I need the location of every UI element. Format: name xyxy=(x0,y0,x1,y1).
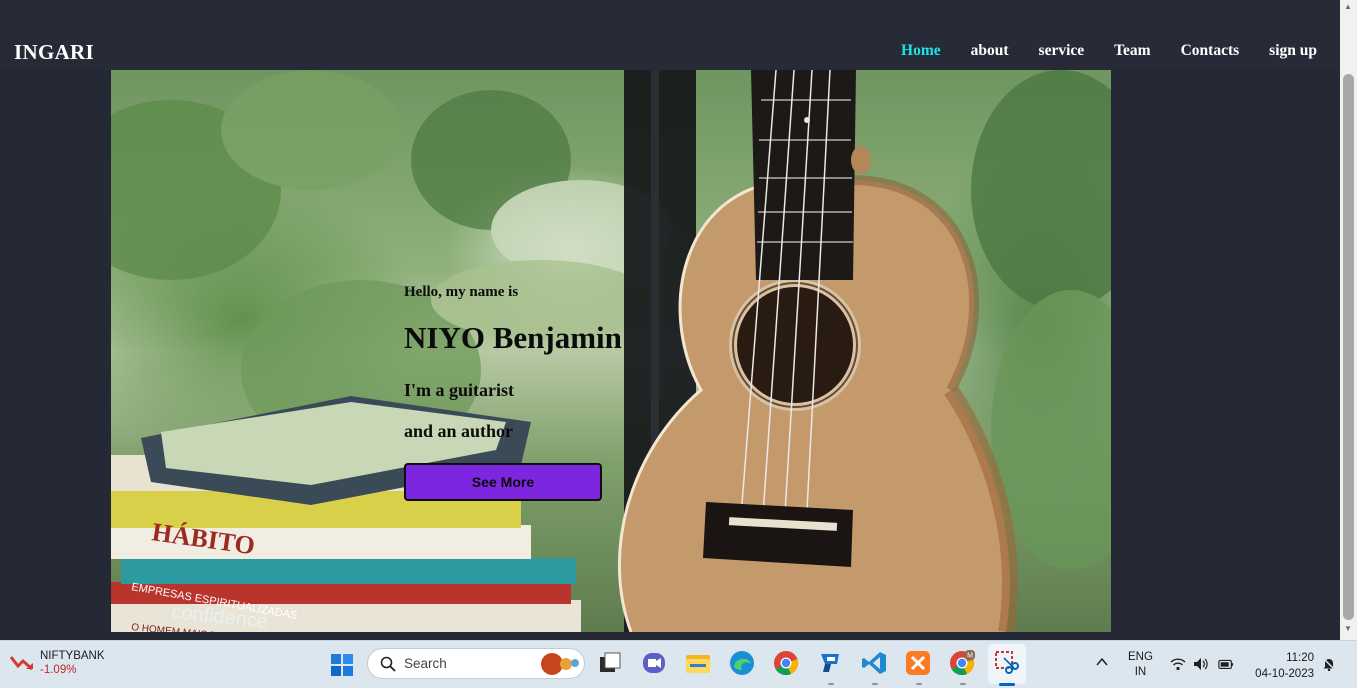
running-indicator xyxy=(916,683,922,685)
xampp-icon[interactable] xyxy=(905,650,931,676)
notification-bell-icon[interactable] xyxy=(1322,657,1336,671)
running-indicator xyxy=(828,683,834,685)
clock-time: 11:20 xyxy=(1286,652,1314,664)
scroll-down-arrow-icon[interactable]: ▼ xyxy=(1344,624,1352,633)
active-app-indicator xyxy=(999,683,1015,686)
edge-icon[interactable] xyxy=(729,650,755,676)
region-code: IN xyxy=(1134,666,1147,678)
chrome-profile-badge: M xyxy=(967,653,973,660)
search-icon xyxy=(380,656,396,672)
navbar: INGARI Home about service Team Contacts … xyxy=(0,0,1340,70)
clock-date: 04-10-2023 xyxy=(1255,668,1314,680)
nav-link-about[interactable]: about xyxy=(971,42,1009,60)
hero-role-line1: I'm a guitarist xyxy=(404,380,514,400)
page-scrollbar[interactable]: ▲ ▼ xyxy=(1340,0,1357,640)
file-explorer-icon[interactable] xyxy=(685,650,711,676)
stock-widget[interactable]: NIFTYBANK -1.09% xyxy=(10,650,105,676)
search-highlight-planets-icon xyxy=(541,653,579,675)
nav-link-sign-up[interactable]: sign up xyxy=(1269,42,1317,60)
scroll-thumb[interactable] xyxy=(1343,74,1354,620)
scroll-up-arrow-icon[interactable]: ▲ xyxy=(1344,2,1352,11)
chrome-icon[interactable] xyxy=(773,650,799,676)
chevron-up-icon[interactable] xyxy=(1096,656,1108,668)
volume-icon[interactable] xyxy=(1193,657,1209,671)
site-logo[interactable]: INGARI xyxy=(14,40,94,65)
task-view-icon[interactable] xyxy=(597,650,623,676)
nav-link-service[interactable]: service xyxy=(1039,42,1085,60)
snipping-tool-icon[interactable] xyxy=(994,650,1020,676)
nav-link-home[interactable]: Home xyxy=(901,42,941,60)
hero-name: NIYO Benjamin xyxy=(404,320,622,355)
nav-link-contacts[interactable]: Contacts xyxy=(1181,42,1240,60)
language-code: ENG xyxy=(1128,651,1153,663)
windows-taskbar: NIFTYBANK -1.09% Search M ENG IN 11:20 0… xyxy=(0,640,1357,688)
hero-section: HÁBITO EMPRESAS ESPIRITUALIZADAS confide… xyxy=(111,70,1111,632)
hero-greeting: Hello, my name is xyxy=(404,284,519,300)
search-placeholder: Search xyxy=(404,656,447,671)
remote-desktop-icon[interactable] xyxy=(817,650,843,676)
start-icon[interactable] xyxy=(331,654,353,676)
running-indicator xyxy=(960,683,966,685)
taskbar-clock[interactable]: 11:20 04-10-2023 xyxy=(1248,650,1314,682)
stock-trend-down-icon xyxy=(10,656,33,671)
battery-icon[interactable] xyxy=(1218,657,1234,671)
running-indicator xyxy=(872,683,878,685)
nav-link-team[interactable]: Team xyxy=(1114,42,1150,60)
stock-name: NIFTYBANK xyxy=(40,650,105,662)
language-indicator[interactable]: ENG IN xyxy=(1128,650,1153,680)
vscode-icon[interactable] xyxy=(861,650,887,676)
page-viewport: INGARI Home about service Team Contacts … xyxy=(0,0,1340,640)
nav-links: Home about service Team Contacts sign up xyxy=(871,42,1317,60)
stock-change: -1.09% xyxy=(40,664,77,676)
taskbar-search-box[interactable]: Search xyxy=(367,648,585,679)
teams-meet-icon[interactable] xyxy=(641,650,667,676)
see-more-button[interactable]: See More xyxy=(404,463,602,501)
chrome-profile-icon[interactable]: M xyxy=(949,650,975,676)
wifi-icon[interactable] xyxy=(1170,657,1186,671)
hero-role-line2: and an author xyxy=(404,421,514,441)
